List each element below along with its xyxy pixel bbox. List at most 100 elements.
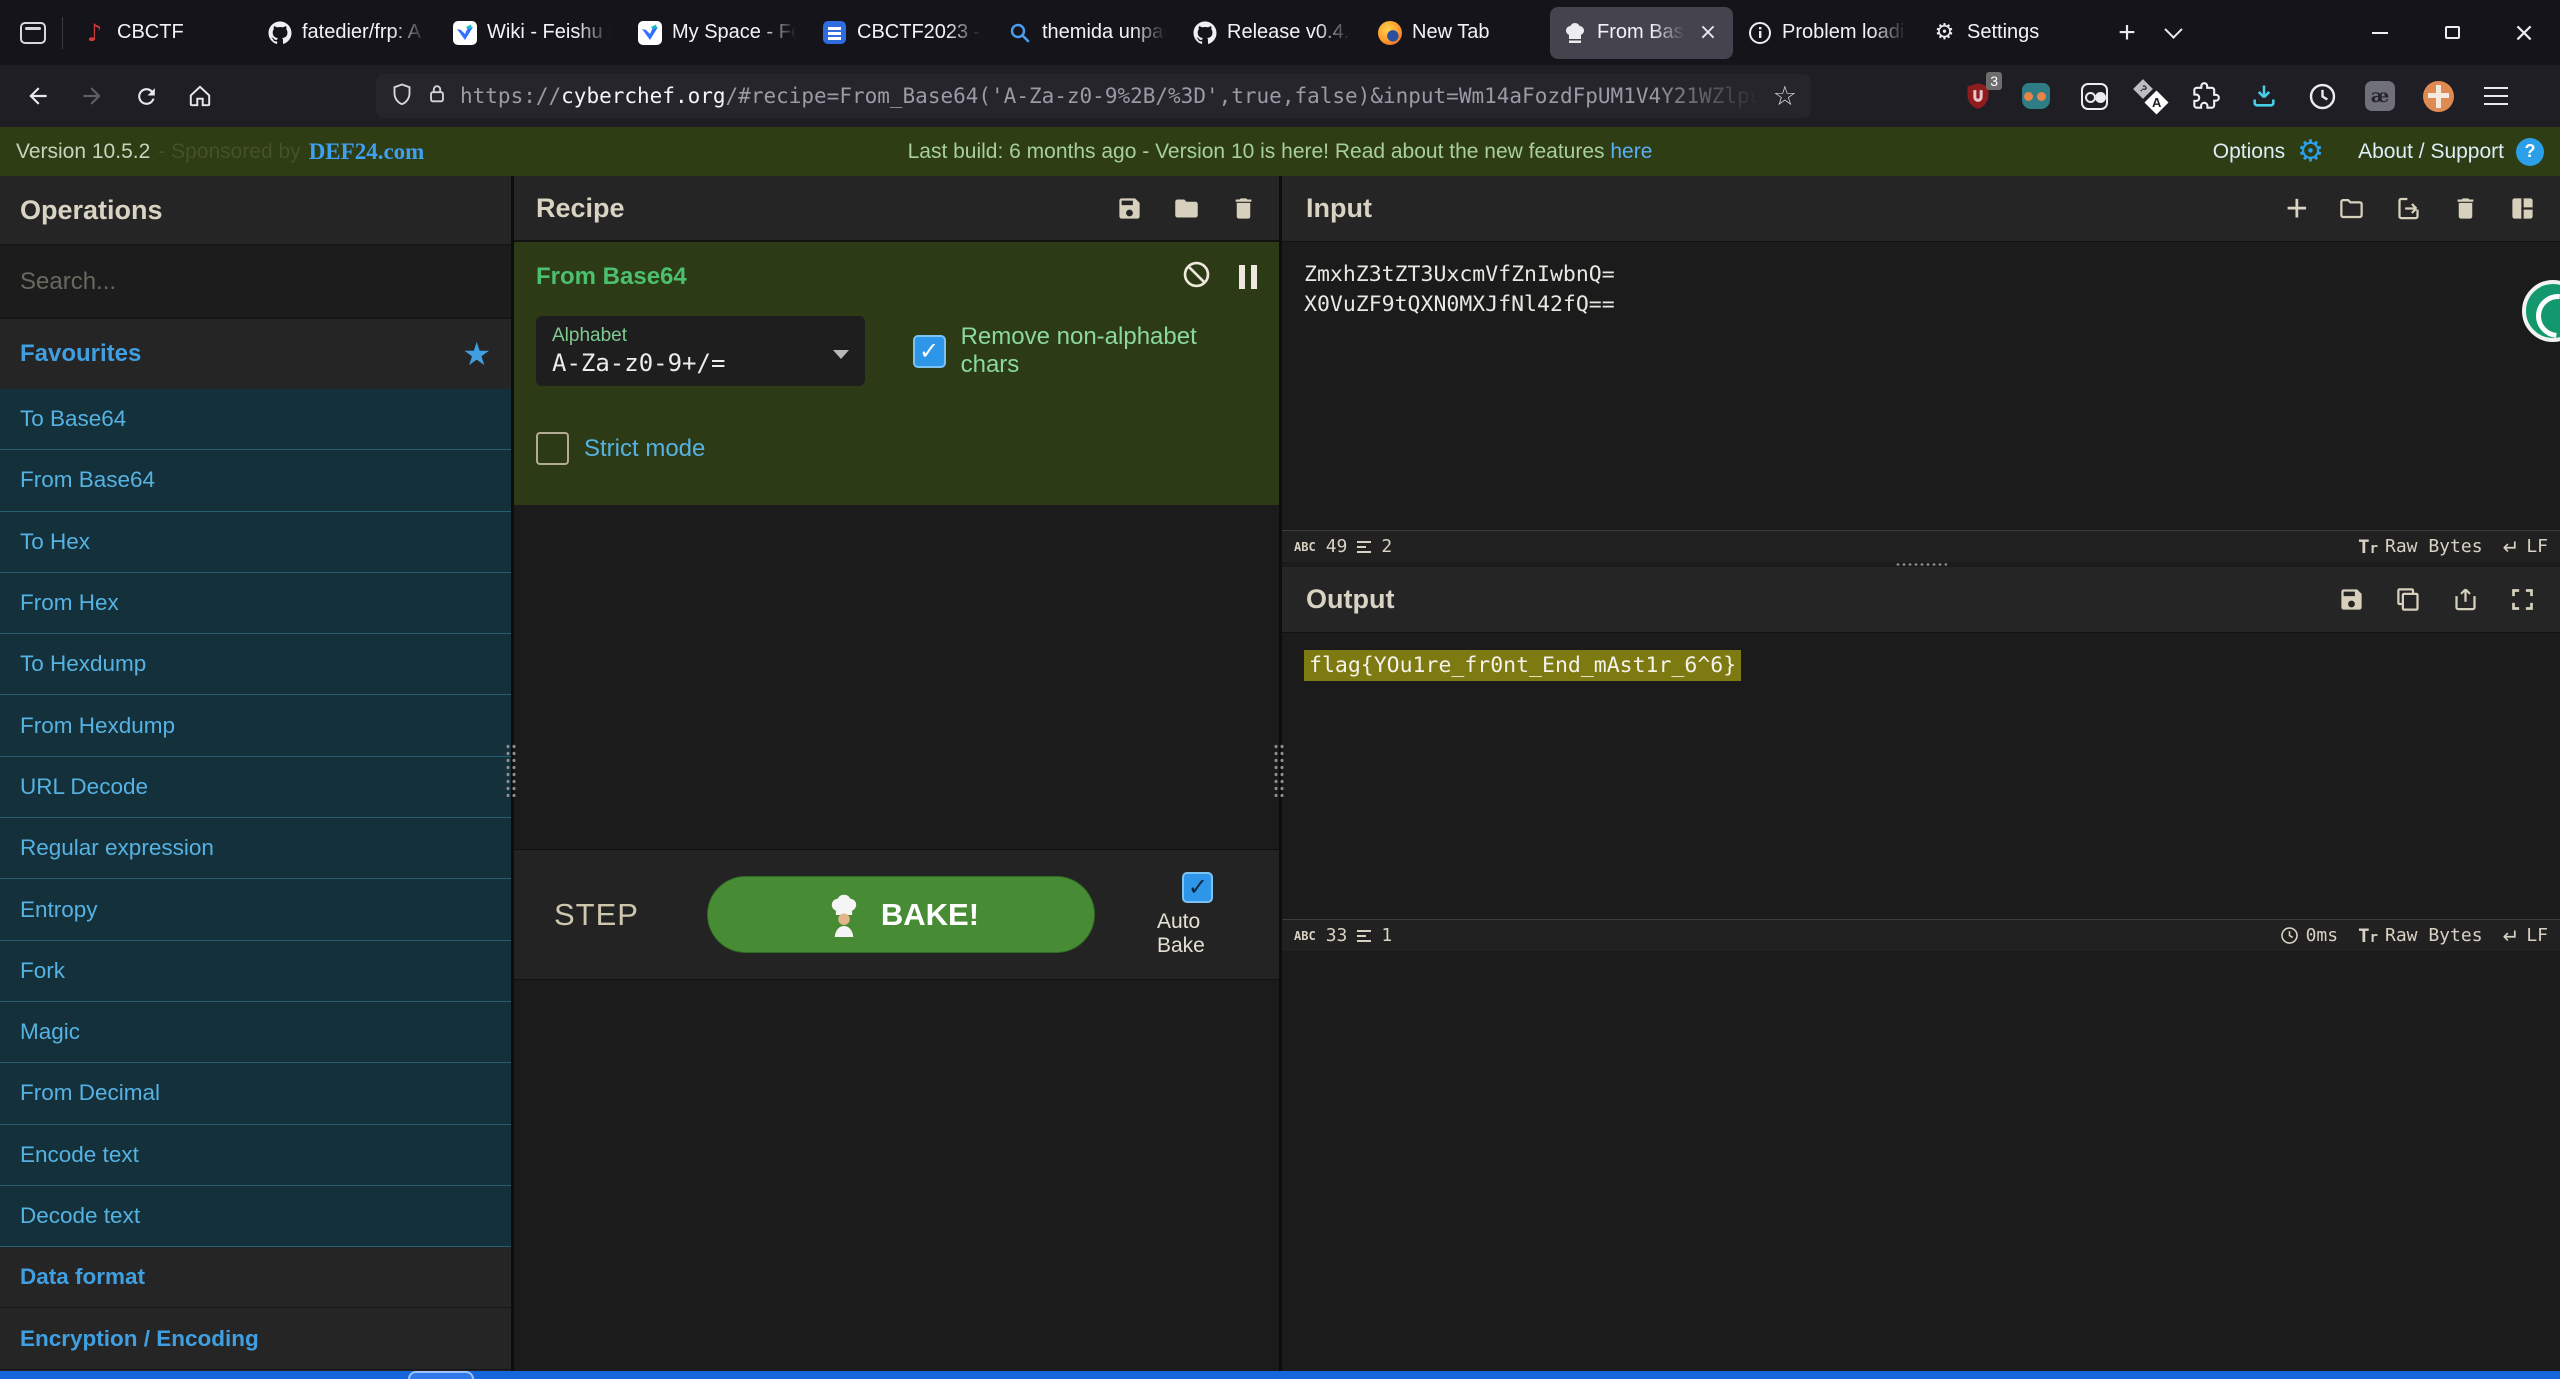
tab-strip: ♪ CBCTF fatedier/frp: A Wiki - Feishu D … bbox=[69, 0, 2104, 65]
bake-button[interactable]: BAKE! bbox=[706, 876, 1095, 953]
operations-search[interactable] bbox=[0, 246, 511, 319]
save-output-icon[interactable] bbox=[2338, 586, 2365, 613]
search-input[interactable] bbox=[20, 267, 491, 296]
clear-io-trash-icon[interactable] bbox=[2452, 195, 2479, 222]
tab-wiki-feishu[interactable]: Wiki - Feishu D bbox=[440, 7, 623, 59]
auto-bake-control[interactable]: ✓ Auto Bake bbox=[1157, 871, 1239, 958]
maximize-output-icon[interactable] bbox=[2509, 586, 2536, 613]
extensions-puzzle-icon[interactable] bbox=[2189, 79, 2223, 113]
auto-bake-checkbox[interactable]: ✓ bbox=[1182, 871, 1214, 903]
input-eol-selector[interactable]: ↵ LF bbox=[2503, 535, 2548, 559]
history-clock-icon[interactable] bbox=[2305, 79, 2339, 113]
operation-item[interactable]: Regular expression bbox=[0, 818, 511, 880]
tab-newtab[interactable]: New Tab bbox=[1365, 7, 1548, 59]
account-avatar[interactable] bbox=[2421, 79, 2455, 113]
step-button[interactable]: STEP bbox=[554, 897, 639, 933]
open-file-icon[interactable] bbox=[2395, 195, 2422, 222]
add-input-tab-icon[interactable]: + bbox=[2286, 190, 2308, 228]
open-output-in-tab-icon[interactable] bbox=[2452, 586, 2479, 613]
pane-layout-icon[interactable] bbox=[2509, 195, 2536, 222]
translate-extension-icon[interactable]: ? A bbox=[2133, 79, 2169, 115]
tab-title: Wiki - Feishu D bbox=[487, 21, 611, 44]
splitter-grip-icon[interactable] bbox=[1895, 562, 1947, 567]
back-button[interactable] bbox=[16, 75, 60, 117]
reload-button[interactable] bbox=[124, 75, 168, 117]
operation-item[interactable]: Decode text bbox=[0, 1185, 511, 1248]
tab-title: My Space - Fei bbox=[672, 21, 796, 44]
menu-hamburger-icon[interactable] bbox=[2479, 79, 2513, 113]
tab-themida-search[interactable]: themida unpac bbox=[995, 7, 1178, 59]
disable-operation-icon[interactable] bbox=[1182, 260, 1211, 294]
operation-item[interactable]: Fork bbox=[0, 940, 511, 1002]
tab-close-icon[interactable]: × bbox=[1695, 20, 1721, 46]
breakpoint-pause-icon[interactable] bbox=[1239, 265, 1257, 289]
tab-from-base64-active[interactable]: From Base64 × bbox=[1550, 6, 1733, 59]
new-tab-button[interactable]: + bbox=[2104, 10, 2150, 56]
lock-icon[interactable] bbox=[426, 83, 448, 110]
operation-item[interactable]: From Decimal bbox=[0, 1063, 511, 1125]
output-encoding-selector[interactable]: Tr Raw Bytes bbox=[2358, 925, 2482, 947]
operation-item[interactable]: To Base64 bbox=[0, 389, 511, 451]
tab-list-dropdown-button[interactable] bbox=[2150, 10, 2196, 56]
recipe-operation-card[interactable]: From Base64 Alphabet A-Za-z0-9+/= ✓ Remo… bbox=[514, 242, 1279, 505]
taskbar-app-button[interactable] bbox=[408, 1371, 474, 1379]
checkbox-unchecked-icon[interactable] bbox=[536, 432, 569, 465]
recipe-io-drag-grip[interactable] bbox=[1273, 743, 1285, 797]
new-features-link[interactable]: here bbox=[1610, 140, 1652, 163]
alphabet-dropdown[interactable]: Alphabet A-Za-z0-9+/= bbox=[536, 316, 865, 386]
close-button[interactable]: × bbox=[2488, 0, 2560, 65]
operation-item[interactable]: URL Decode bbox=[0, 756, 511, 819]
io-splitter[interactable] bbox=[1282, 562, 2560, 567]
operation-item[interactable]: Entropy bbox=[0, 879, 511, 941]
tab-frp[interactable]: fatedier/frp: A bbox=[255, 7, 438, 59]
downloads-icon[interactable] bbox=[2247, 79, 2281, 113]
tab-myspace-feishu[interactable]: My Space - Fei bbox=[625, 7, 808, 59]
tab-release[interactable]: Release v0.4.0 bbox=[1180, 7, 1363, 59]
tab-settings[interactable]: ⚙ Settings bbox=[1920, 7, 2103, 59]
containers-extension-icon[interactable] bbox=[2077, 79, 2111, 113]
load-recipe-folder-icon[interactable] bbox=[1173, 195, 1200, 222]
operation-item[interactable]: To Hex bbox=[0, 511, 511, 573]
strict-mode-option[interactable]: Strict mode bbox=[536, 432, 1257, 465]
favourites-header[interactable]: Favourites ★ bbox=[0, 319, 511, 389]
category-data-format[interactable]: Data format bbox=[0, 1247, 511, 1309]
home-button[interactable] bbox=[178, 75, 222, 117]
output-area[interactable]: flag{YOu1re_fr0nt_End_mAst1r_6^6} bbox=[1282, 633, 2560, 919]
firefox-view-button[interactable] bbox=[10, 10, 56, 56]
minimize-button[interactable] bbox=[2344, 0, 2416, 65]
operation-item[interactable]: Encode text bbox=[0, 1124, 511, 1186]
clear-recipe-trash-icon[interactable] bbox=[1230, 195, 1257, 222]
forward-button[interactable] bbox=[70, 75, 114, 117]
input-encoding-selector[interactable]: Tr Raw Bytes bbox=[2358, 536, 2482, 558]
extension-toolbar: 3 ? A æ bbox=[1961, 72, 2513, 115]
tab-cbctf2023[interactable]: CBCTF2023 - N bbox=[810, 7, 993, 59]
output-line-count: 1 bbox=[1381, 925, 1393, 946]
input-textarea[interactable]: ZmxhZ3tZT3UxcmVfZnIwbnQ= X0VuZF9tQXN0MXJ… bbox=[1282, 242, 2560, 530]
favourites-star-icon[interactable]: ★ bbox=[462, 335, 491, 373]
operation-item[interactable]: From Base64 bbox=[0, 450, 511, 512]
chevron-down-icon bbox=[2163, 20, 2183, 39]
remove-non-alphabet-option[interactable]: ✓ Remove non-alphabet chars bbox=[912, 323, 1257, 379]
url-text[interactable]: https://cyberchef.org/#recipe=From_Base6… bbox=[460, 84, 1761, 108]
input-eol-value: LF bbox=[2526, 536, 2548, 557]
url-bar[interactable]: https://cyberchef.org/#recipe=From_Base6… bbox=[376, 74, 1811, 118]
open-folder-icon[interactable] bbox=[2338, 195, 2365, 222]
ops-recipe-drag-grip[interactable] bbox=[505, 743, 517, 797]
tab-cbctf[interactable]: ♪ CBCTF bbox=[70, 7, 253, 59]
operation-item[interactable]: Magic bbox=[0, 1001, 511, 1064]
ublock-origin-icon[interactable]: 3 bbox=[1961, 72, 2002, 113]
operation-item[interactable]: From Hexdump bbox=[0, 695, 511, 757]
maximize-button[interactable] bbox=[2416, 0, 2488, 65]
operation-item[interactable]: From Hex bbox=[0, 572, 511, 635]
shield-icon[interactable] bbox=[390, 82, 414, 111]
save-recipe-icon[interactable] bbox=[1116, 195, 1143, 222]
copy-output-icon[interactable] bbox=[2395, 586, 2422, 613]
checkbox-checked-icon[interactable]: ✓ bbox=[912, 334, 946, 368]
monkey-extension-icon[interactable] bbox=[2019, 79, 2053, 113]
operation-item[interactable]: To Hexdump bbox=[0, 634, 511, 696]
category-encryption[interactable]: Encryption / Encoding bbox=[0, 1308, 511, 1370]
bookmark-star-icon[interactable]: ☆ bbox=[1773, 81, 1797, 112]
tab-problem-loading[interactable]: Problem loadin bbox=[1735, 7, 1918, 59]
ae-extension-icon[interactable]: æ bbox=[2363, 79, 2397, 113]
output-eol-selector[interactable]: ↵ LF bbox=[2503, 924, 2548, 948]
